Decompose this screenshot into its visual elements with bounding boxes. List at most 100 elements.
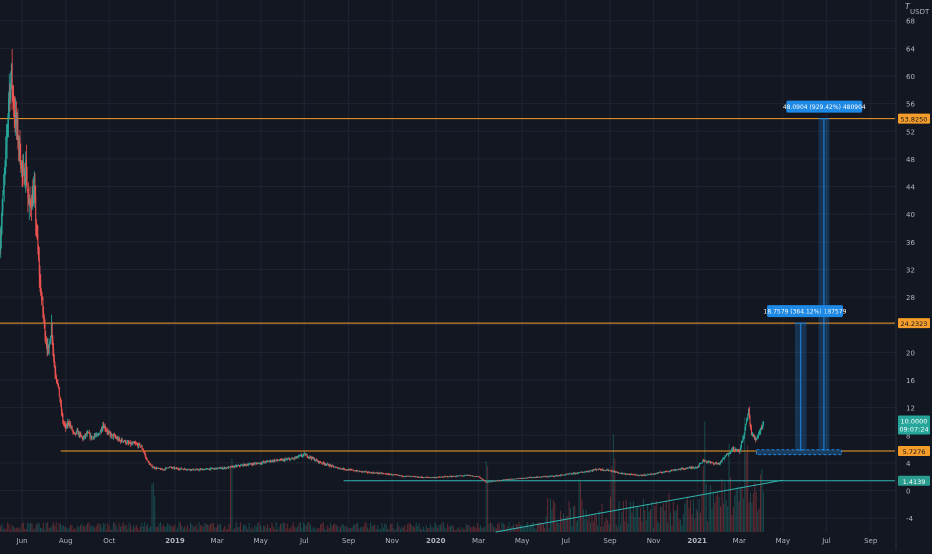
- volume-bar: [111, 529, 113, 532]
- level-low-tag-label: 5.7276: [903, 448, 926, 456]
- volume-bar: [391, 523, 393, 532]
- volume-bar: [340, 526, 341, 532]
- volume-bar: [554, 502, 556, 532]
- volume-bar: [465, 524, 467, 532]
- volume-bar: [144, 522, 146, 532]
- volume-bar: [240, 522, 241, 532]
- volume-bar: [658, 522, 660, 532]
- volume-bar: [428, 528, 430, 532]
- volume-bar: [621, 512, 623, 532]
- volume-bar: [122, 522, 124, 532]
- volume-bar: [628, 506, 630, 532]
- volume-bar: [434, 522, 436, 532]
- volume-bar: [64, 526, 66, 532]
- volume-bar: [210, 523, 211, 532]
- price-scale-background: [896, 0, 932, 550]
- volume-bar: [77, 525, 79, 532]
- volume-bar: [435, 525, 437, 532]
- volume-bar: [120, 526, 121, 532]
- x-tick-label: Nov: [385, 537, 399, 545]
- x-tick-label: Aug: [59, 537, 73, 545]
- volume-bar: [161, 526, 163, 532]
- y-tick-label: 0: [906, 488, 910, 496]
- volume-bar: [720, 506, 721, 532]
- volume-bar: [284, 522, 286, 532]
- volume-bar: [634, 516, 636, 532]
- x-tick-label: Jul: [821, 537, 831, 545]
- volume-bar: [608, 524, 610, 532]
- volume-bar: [377, 525, 379, 532]
- candle-body: [2, 193, 4, 210]
- volume-bar: [214, 527, 216, 532]
- volume-bar: [82, 525, 84, 532]
- volume-bar: [662, 503, 664, 532]
- volume-bar: [732, 506, 734, 532]
- candle-body: [484, 480, 486, 482]
- y-tick-label: 32: [906, 266, 915, 274]
- volume-bar: [711, 509, 713, 532]
- volume-bar: [151, 484, 153, 532]
- volume-bar: [730, 477, 731, 532]
- volume-bar: [525, 524, 527, 532]
- volume-bar: [124, 525, 126, 532]
- volume-bar: [562, 513, 564, 532]
- volume-bar: [327, 525, 329, 532]
- chart-background: [0, 0, 932, 550]
- volume-bar: [474, 526, 476, 532]
- price-chart[interactable]: 18.7579 (364.12%) 187579 48.0904 (929.42%…: [0, 0, 932, 550]
- volume-bar: [558, 522, 560, 532]
- volume-bar: [287, 523, 289, 532]
- volume-bar: [102, 523, 104, 532]
- volume-bar: [497, 523, 499, 532]
- volume-bar: [365, 522, 367, 532]
- chart-root[interactable]: 18.7579 (364.12%) 187579 48.0904 (929.42%…: [0, 0, 932, 550]
- volume-bar: [531, 522, 533, 532]
- volume-bar: [417, 525, 419, 532]
- volume-bar: [277, 529, 279, 532]
- volume-bar: [747, 446, 749, 532]
- volume-bar: [457, 527, 459, 532]
- volume-bar: [424, 529, 426, 532]
- volume-bar: [648, 511, 650, 532]
- volume-bar: [481, 528, 483, 532]
- volume-bar: [470, 527, 471, 532]
- volume-bar: [701, 493, 703, 532]
- candle-body: [58, 384, 60, 387]
- volume-bar: [54, 525, 56, 532]
- volume-bar: [75, 529, 77, 532]
- y-tick-label: 16: [906, 377, 915, 385]
- volume-bar: [107, 523, 109, 532]
- volume-bar: [450, 526, 451, 532]
- volume-bar: [427, 528, 429, 532]
- volume-bar: [20, 529, 21, 532]
- volume-bar: [302, 522, 304, 532]
- candle-body: [26, 181, 28, 190]
- volume-bar: [547, 497, 549, 532]
- volume-bar: [762, 491, 764, 532]
- measure-1-label: 18.7579 (364.12%) 187579: [764, 309, 847, 316]
- volume-bar: [195, 524, 197, 532]
- volume-bar: [140, 526, 141, 532]
- volume-bar: [407, 524, 409, 532]
- volume-bar: [308, 522, 310, 532]
- volume-bar: [12, 526, 14, 532]
- volume-bar: [265, 528, 267, 532]
- volume-bar: [480, 525, 481, 532]
- volume-bar: [718, 496, 720, 532]
- volume-bar: [570, 507, 571, 532]
- volume-bar: [212, 522, 214, 532]
- volume-bar: [88, 522, 90, 532]
- volume-bar: [321, 522, 323, 532]
- volume-bar: [91, 525, 93, 532]
- volume-bar: [681, 525, 683, 532]
- volume-bar: [281, 523, 283, 532]
- candle-body: [333, 465, 335, 467]
- candle-body: [91, 437, 93, 440]
- volume-bar: [181, 525, 183, 532]
- volume-bar: [757, 511, 759, 532]
- volume-bar: [264, 525, 266, 532]
- volume-bar: [67, 529, 69, 532]
- volume-bar: [241, 529, 243, 532]
- volume-bar: [152, 482, 154, 532]
- volume-bar: [1, 523, 3, 532]
